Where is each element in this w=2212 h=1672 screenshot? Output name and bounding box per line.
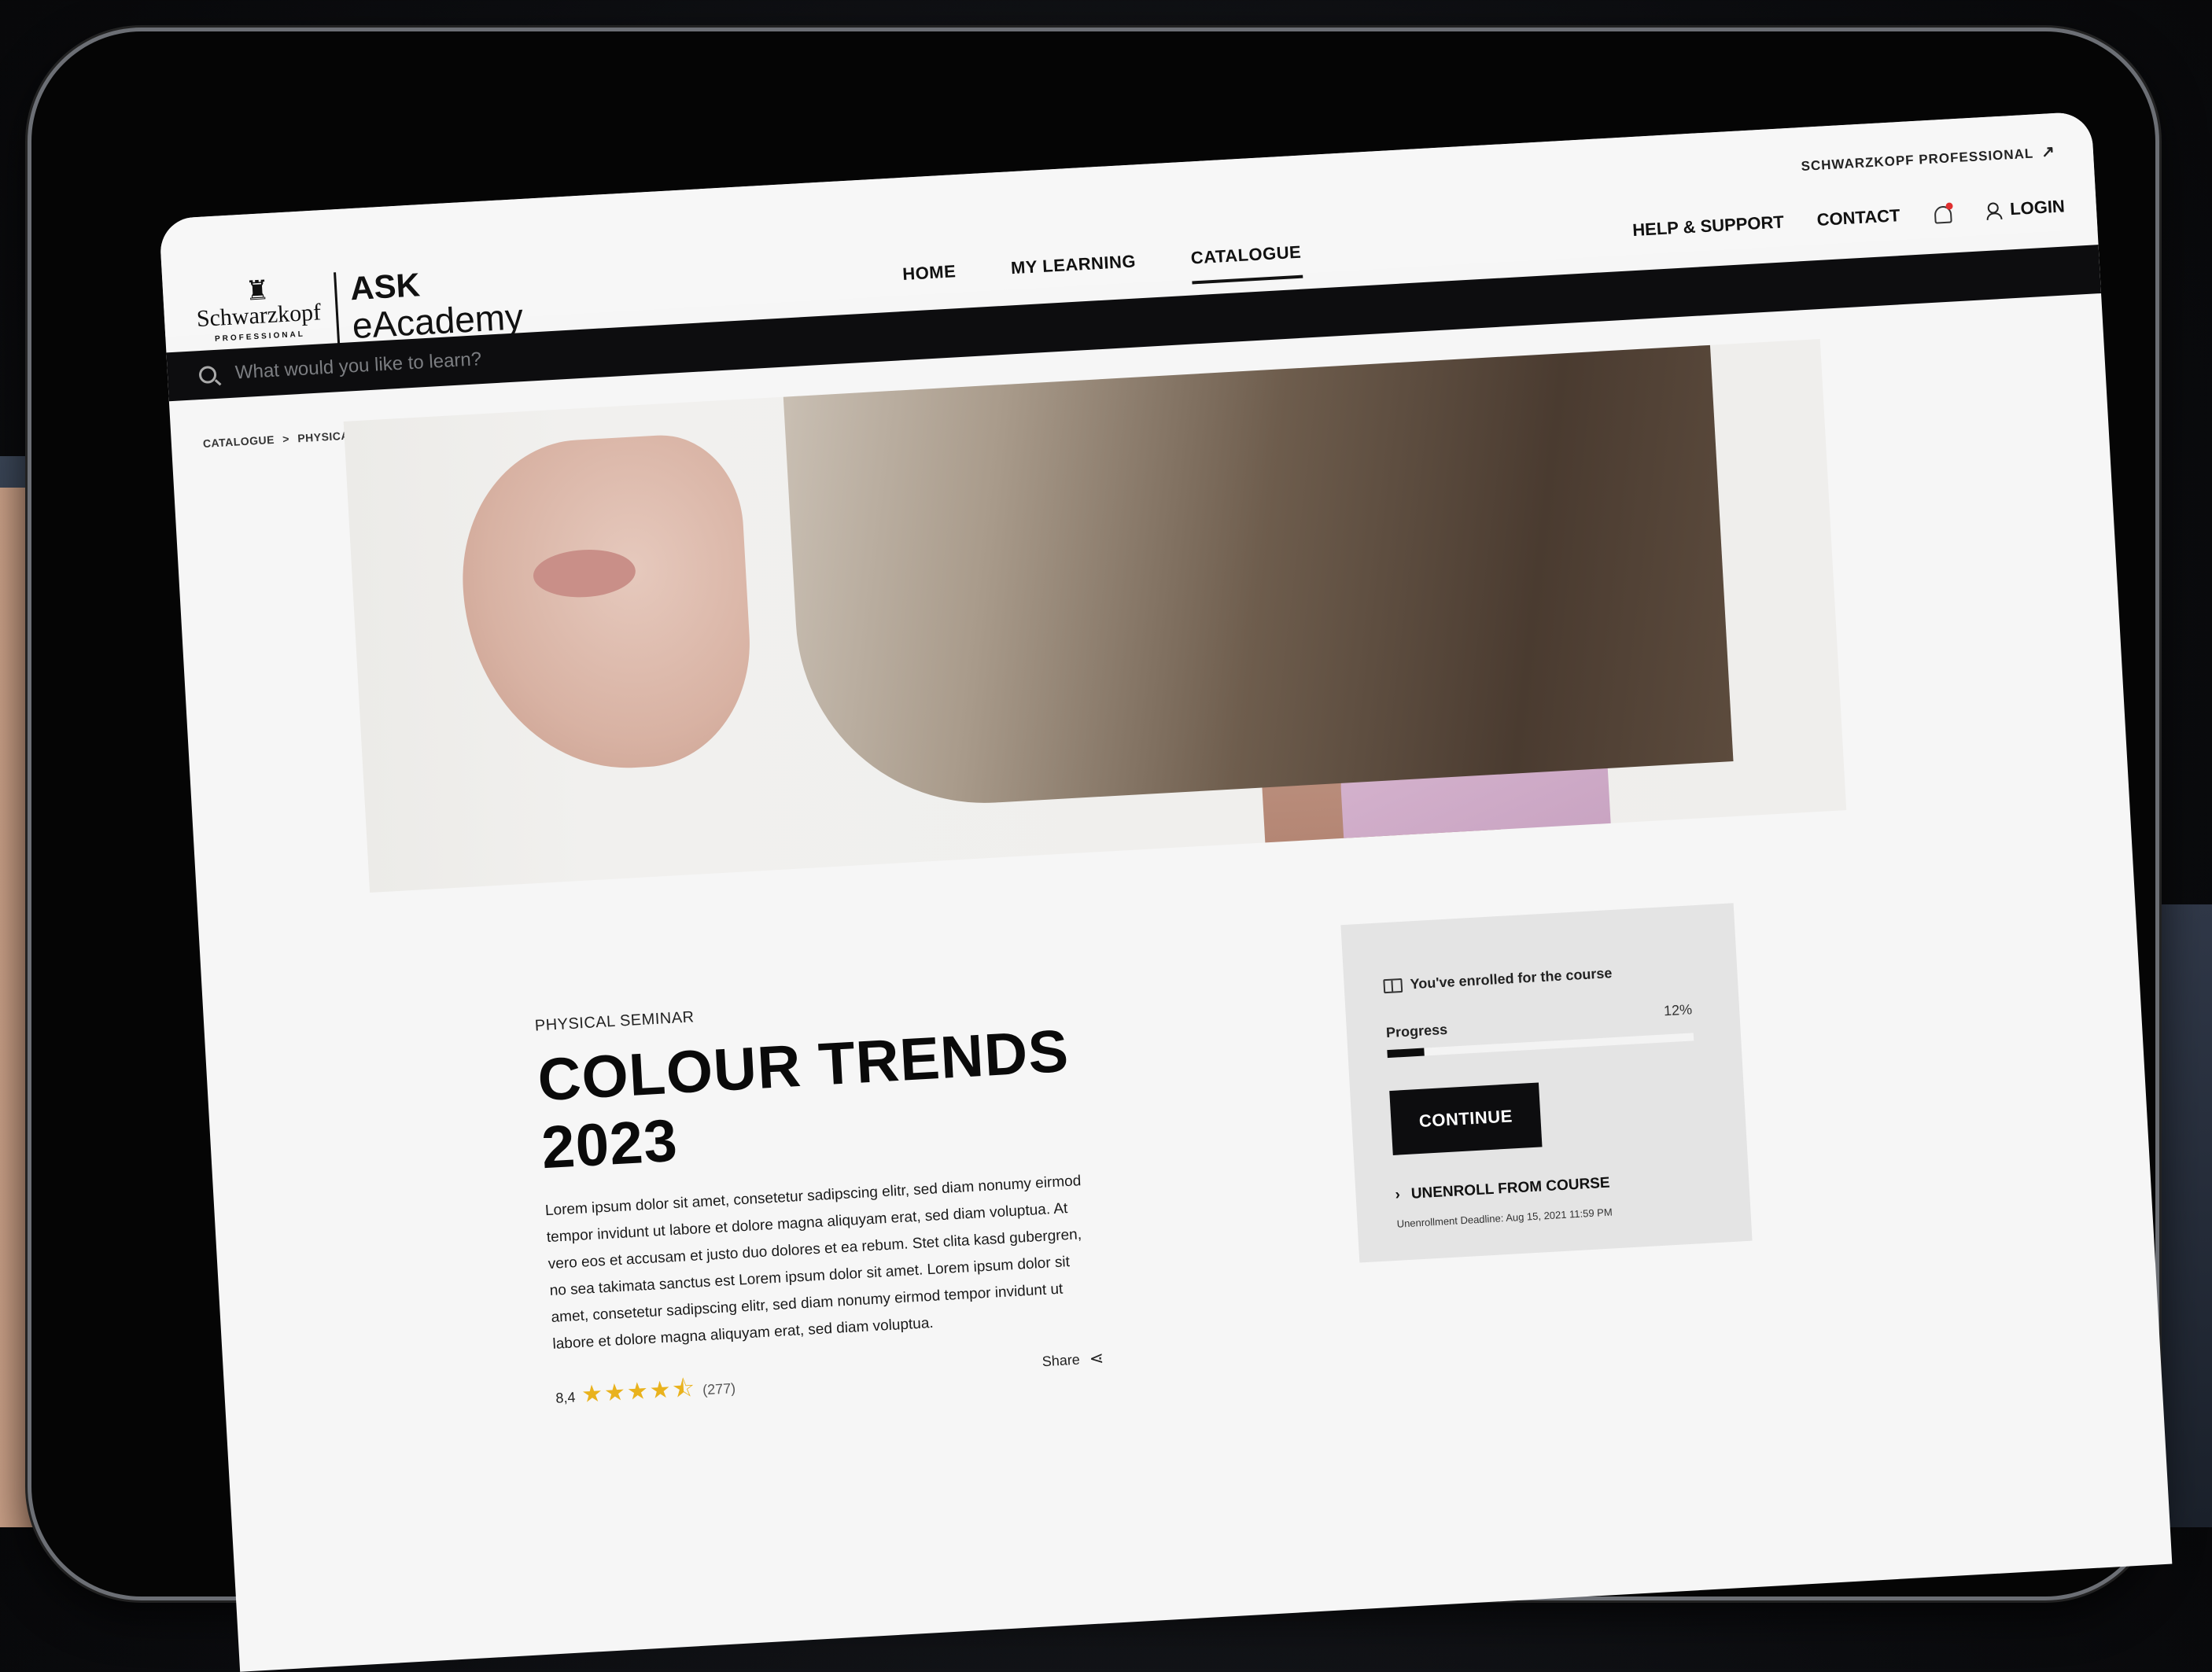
- rating-count: (277): [702, 1380, 736, 1398]
- progress-fill: [1387, 1048, 1425, 1059]
- contact-link[interactable]: CONTACT: [1816, 205, 1900, 230]
- product-name-ask: ASK: [348, 266, 422, 308]
- brand-name: Schwarzkopf: [196, 299, 322, 333]
- hero-face: [455, 430, 757, 777]
- breadcrumb-catalogue[interactable]: CATALOGUE: [202, 433, 275, 450]
- enrollment-panel: You've enrolled for the course Progress …: [1340, 903, 1753, 1263]
- logo-divider: [334, 272, 341, 350]
- login-button[interactable]: LOGIN: [1986, 196, 2066, 221]
- enrolled-status: You've enrolled for the course: [1383, 965, 1613, 994]
- notification-dot: [1945, 202, 1954, 210]
- rating-stars: ★★★★⯪: [581, 1375, 697, 1408]
- unenroll-label: UNENROLL FROM COURSE: [1410, 1174, 1611, 1202]
- nav-home[interactable]: HOME: [902, 261, 957, 300]
- external-link-icon: ↗: [2041, 142, 2056, 161]
- book-icon: [1383, 978, 1403, 993]
- course-description: Lorem ipsum dolor sit amet, consetetur s…: [544, 1173, 1082, 1353]
- share-icon: ⋖: [1088, 1347, 1104, 1368]
- continue-button[interactable]: CONTINUE: [1389, 1082, 1543, 1155]
- brand-sub: PROFESSIONAL: [214, 330, 306, 344]
- hero-image: [343, 339, 1847, 893]
- rating-value: 8,4: [555, 1389, 576, 1406]
- progress-value: 12%: [1663, 1001, 1693, 1019]
- help-support-link[interactable]: HELP & SUPPORT: [1632, 212, 1785, 241]
- tablet-device: SCHWARZKOPF PROFESSIONAL ↗ ♜ Schwarzkopf …: [31, 31, 2173, 1672]
- login-label: LOGIN: [2009, 196, 2066, 219]
- utility-link-label: SCHWARZKOPF PROFESSIONAL: [1801, 145, 2034, 175]
- notification-bell-icon[interactable]: [1933, 202, 1954, 224]
- share-button[interactable]: Share ⋖: [1041, 1348, 1104, 1372]
- hero-hair: [783, 344, 1734, 813]
- search-icon: [198, 365, 217, 385]
- course-type: PHYSICAL SEMINAR: [534, 1008, 695, 1035]
- share-label: Share: [1041, 1351, 1081, 1369]
- course-rating: 8,4 ★★★★⯪ (277): [555, 1368, 737, 1419]
- unenroll-deadline: Unenrollment Deadline: Aug 15, 2021 11:5…: [1396, 1206, 1613, 1230]
- schwarzkopf-professional-link[interactable]: SCHWARZKOPF PROFESSIONAL ↗: [1801, 142, 2056, 175]
- tablet-screen: SCHWARZKOPF PROFESSIONAL ↗ ♜ Schwarzkopf …: [158, 111, 2173, 1672]
- user-icon: [1986, 202, 2003, 220]
- course-title: COLOUR TRENDS 2023: [536, 1017, 1071, 1182]
- right-nav: HELP & SUPPORT CONTACT LOGIN: [1632, 196, 2066, 241]
- breadcrumb-separator: >: [282, 432, 290, 446]
- schwarzkopf-logo[interactable]: ♜ Schwarzkopf PROFESSIONAL: [194, 276, 323, 346]
- chevron-right-icon: ›: [1395, 1186, 1401, 1203]
- enrolled-status-label: You've enrolled for the course: [1410, 965, 1613, 993]
- nav-catalogue[interactable]: CATALOGUE: [1190, 241, 1303, 285]
- nav-my-learning[interactable]: MY LEARNING: [1010, 251, 1137, 294]
- main-nav: HOME MY LEARNING CATALOGUE: [902, 241, 1303, 300]
- progress-label: Progress: [1385, 1021, 1448, 1041]
- unenroll-button[interactable]: › UNENROLL FROM COURSE: [1395, 1175, 1610, 1204]
